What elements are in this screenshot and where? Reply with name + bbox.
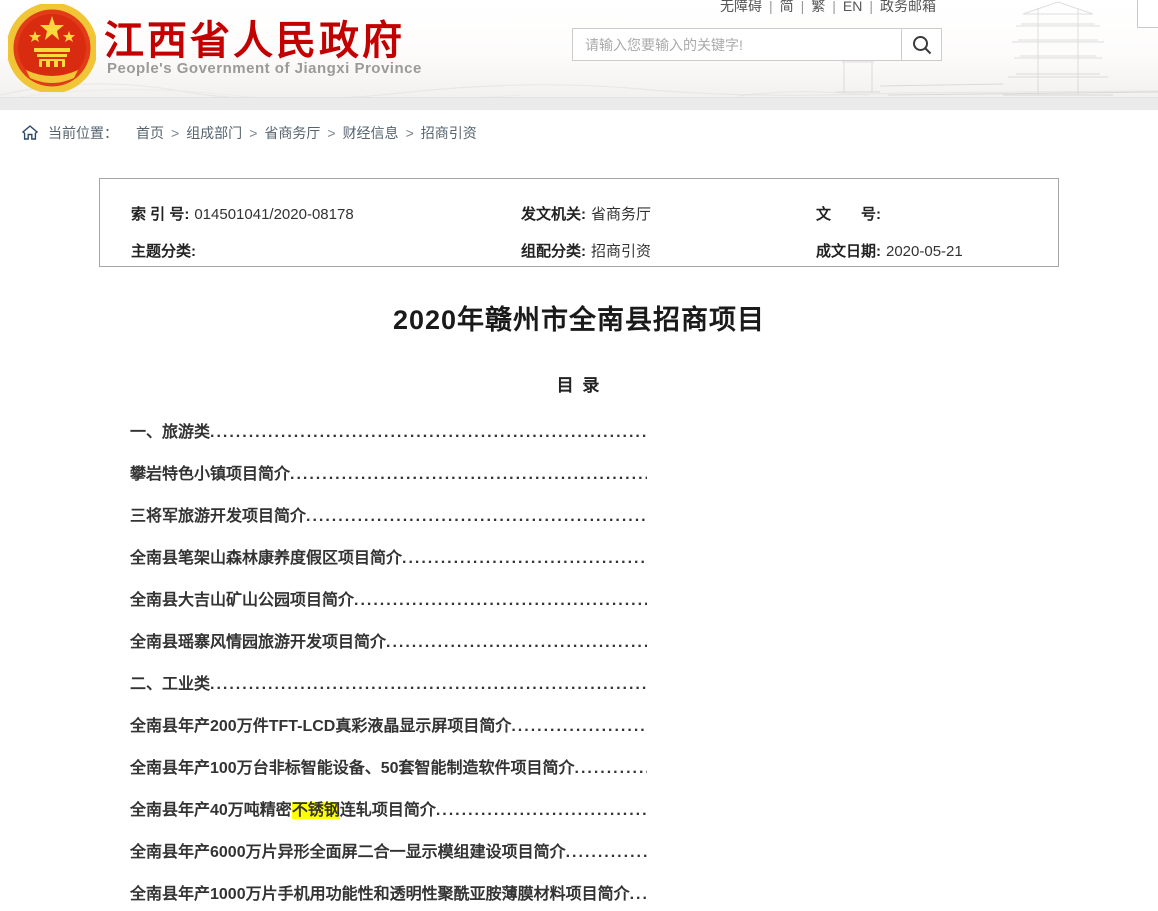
meta-issuing-agency: 发文机关: 省商务厅 <box>521 203 816 224</box>
toc-item-text-pre: 全南县年产40万吨精密 <box>130 802 292 819</box>
toc-leader-dots: ........................................… <box>630 886 647 904</box>
toc-leader-dots: ........................................… <box>511 718 647 736</box>
toc-item-label: 一、旅游类 <box>130 418 210 442</box>
meta-label: 成文日期: <box>816 243 881 260</box>
toc-item: 全南县大吉山矿山公园项目简介..........................… <box>130 586 647 628</box>
document-meta-box: 索 引 号: 014501041/2020-08178 发文机关: 省商务厅 文 号… <box>99 178 1059 267</box>
link-traditional[interactable]: 繁 <box>811 0 825 14</box>
breadcrumb-investment[interactable]: 招商引资 <box>421 123 477 143</box>
toc-leader-dots: ........................................… <box>402 550 647 568</box>
toc-item: 全南县笔架山森林康养度假区项目简介.......................… <box>130 544 647 586</box>
meta-label: 索 引 号: <box>131 206 189 223</box>
toc-item-label: 全南县年产40万吨精密不锈钢连轧项目简介 <box>130 796 436 820</box>
document-content: 索 引 号: 014501041/2020-08178 发文机关: 省商务厅 文 号… <box>99 155 1059 911</box>
site-title: 江西省人民政府 <box>104 8 405 66</box>
meta-value: 招商引资 <box>591 243 651 260</box>
search-term-highlight: 不锈钢 <box>292 802 340 819</box>
link-separator: | <box>869 0 873 14</box>
toc-item-label: 全南县年产200万件TFT-LCD真彩液晶显示屏项目简介 <box>130 712 511 736</box>
toc-item-label: 攀岩特色小镇项目简介 <box>130 460 290 484</box>
toc-leader-dots: ........................................… <box>575 760 648 778</box>
meta-label: 发文机关: <box>521 206 586 223</box>
toc-item-label: 三将军旅游开发项目简介 <box>130 502 306 526</box>
toc-item: 攀岩特色小镇项目简介..............................… <box>130 460 647 502</box>
toc-leader-dots: ........................................… <box>306 508 647 526</box>
link-separator: | <box>769 0 773 14</box>
meta-group-category: 组配分类: 招商引资 <box>521 240 816 261</box>
breadcrumb-commerce-dept[interactable]: 省商务厅 <box>264 123 320 143</box>
meta-value: 省商务厅 <box>591 206 651 223</box>
toc-item: 全南县年产1000万片手机用功能性和透明性聚酰亚胺薄膜材料项目简介.......… <box>130 880 647 911</box>
header-divider-strip <box>0 97 1158 110</box>
meta-label: 文 号: <box>816 206 881 223</box>
breadcrumb: 当前位置： 首页 > 组成部门 > 省商务厅 > 财经信息 > 招商引资 <box>0 110 1158 155</box>
meta-theme-category: 主题分类: <box>131 240 521 261</box>
national-emblem-logo[interactable] <box>8 4 96 92</box>
toc-item-label: 全南县笔架山森林康养度假区项目简介 <box>130 544 402 568</box>
toc-item-highlighted: 全南县年产40万吨精密不锈钢连轧项目简介....................… <box>130 796 647 838</box>
breadcrumb-separator: > <box>327 125 335 141</box>
search-bar <box>572 28 942 61</box>
toc-item: 全南县年产6000万片异形全面屏二合一显示模组建设项目简介...........… <box>130 838 647 880</box>
breadcrumb-finance-info[interactable]: 财经信息 <box>343 123 399 143</box>
meta-label: 组配分类: <box>521 243 586 260</box>
page: 江西省人民政府 People's Government of Jiangxi P… <box>0 0 1158 911</box>
toc-leader-dots: ........................................… <box>210 676 647 694</box>
toc-leader-dots: ........................................… <box>290 466 647 484</box>
toc-list: 一、旅游类...................................… <box>130 418 647 911</box>
home-icon[interactable] <box>22 125 38 140</box>
site-subtitle: People's Government of Jiangxi Province <box>107 60 422 77</box>
search-input[interactable] <box>573 29 901 60</box>
link-separator: | <box>832 0 836 14</box>
toc-heading: 目 录 <box>99 371 1059 396</box>
meta-doc-number: 文 号: <box>816 203 1058 224</box>
link-english[interactable]: EN <box>843 0 862 14</box>
link-gov-mail[interactable]: 政务邮箱 <box>880 0 936 14</box>
meta-value: 014501041/2020-08178 <box>194 206 353 223</box>
utility-links: 无障碍 | 简 | 繁 | EN | 政务邮箱 <box>720 0 936 16</box>
page-title: 2020年赣州市全南县招商项目 <box>99 298 1059 337</box>
toc-item-label: 全南县年产100万台非标智能设备、50套智能制造软件项目简介 <box>130 754 575 778</box>
breadcrumb-departments[interactable]: 组成部门 <box>186 123 242 143</box>
meta-index-number: 索 引 号: 014501041/2020-08178 <box>131 203 521 224</box>
toc-leader-dots: ........................................… <box>386 634 647 652</box>
meta-value: 2020-05-21 <box>886 243 963 260</box>
corner-panel <box>1137 0 1158 28</box>
toc-leader-dots: ........................................… <box>566 844 647 862</box>
toc-item-label: 二、工业类 <box>130 670 210 694</box>
toc-leader-dots: ........................................… <box>354 592 647 610</box>
link-separator: | <box>801 0 805 14</box>
toc-item: 一、旅游类...................................… <box>130 418 647 460</box>
toc-item-text-post: 连轧项目简介 <box>340 802 436 819</box>
breadcrumb-home[interactable]: 首页 <box>136 123 164 143</box>
toc-leader-dots: ........................................… <box>210 424 647 442</box>
breadcrumb-label: 当前位置： <box>48 123 118 143</box>
toc-item: 三将军旅游开发项目简介.............................… <box>130 502 647 544</box>
breadcrumb-separator: > <box>171 125 179 141</box>
toc-item-label: 全南县大吉山矿山公园项目简介 <box>130 586 354 610</box>
search-button[interactable] <box>901 29 941 60</box>
link-simplified[interactable]: 简 <box>780 0 794 14</box>
site-header: 江西省人民政府 People's Government of Jiangxi P… <box>0 0 1158 97</box>
breadcrumb-separator: > <box>406 125 414 141</box>
toc-item-label: 全南县年产6000万片异形全面屏二合一显示模组建设项目简介 <box>130 838 566 862</box>
toc-item: 全南县年产100万台非标智能设备、50套智能制造软件项目简介..........… <box>130 754 647 796</box>
toc-item-label: 全南县年产1000万片手机用功能性和透明性聚酰亚胺薄膜材料项目简介 <box>130 880 630 904</box>
toc-item-label: 全南县瑶寨风情园旅游开发项目简介 <box>130 628 386 652</box>
toc-item: 二、工业类...................................… <box>130 670 647 712</box>
toc-leader-dots: ........................................… <box>436 802 647 820</box>
toc-item: 全南县年产200万件TFT-LCD真彩液晶显示屏项目简介............… <box>130 712 647 754</box>
meta-issue-date: 成文日期: 2020-05-21 <box>816 240 1058 261</box>
meta-label: 主题分类: <box>131 243 196 260</box>
search-icon <box>911 34 933 56</box>
toc-item: 全南县瑶寨风情园旅游开发项目简介........................… <box>130 628 647 670</box>
link-accessibility[interactable]: 无障碍 <box>720 0 762 14</box>
breadcrumb-separator: > <box>249 125 257 141</box>
